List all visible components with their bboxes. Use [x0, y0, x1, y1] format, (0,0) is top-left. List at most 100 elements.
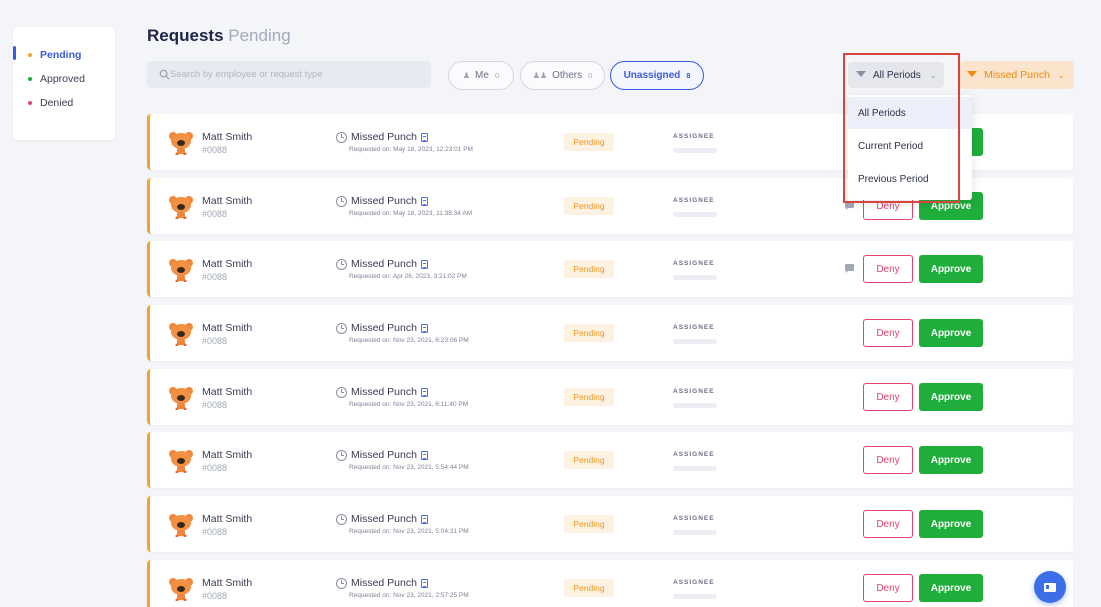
- request-type: Missed Punch: [336, 386, 428, 398]
- requested-on: Requested on: May 18, 2023, 11:38:34 AM: [349, 210, 473, 217]
- employee-name[interactable]: Matt Smith: [202, 195, 252, 207]
- employee-name[interactable]: Matt Smith: [202, 131, 252, 143]
- assignee-label: ASSIGNEE: [673, 515, 715, 522]
- deny-button[interactable]: Deny: [863, 574, 913, 602]
- clock-icon: [336, 322, 347, 334]
- dropdown-option-previous-period[interactable]: Previous Period: [848, 163, 972, 195]
- filter-me-label: Me: [475, 70, 489, 81]
- request-row: Matt Smith #0088 Missed Punch Requested …: [147, 496, 1073, 552]
- employee-name[interactable]: Matt Smith: [202, 513, 252, 525]
- chat-fab-button[interactable]: [1034, 571, 1066, 603]
- status-sidebar: Pending Approved Denied: [13, 27, 115, 140]
- employee-name[interactable]: Matt Smith: [202, 577, 252, 589]
- dropdown-option-current-period[interactable]: Current Period: [848, 130, 972, 162]
- employee-name[interactable]: Matt Smith: [202, 386, 252, 398]
- status-dot-icon: [28, 77, 32, 81]
- assignee-placeholder: [673, 212, 717, 217]
- assignee-label: ASSIGNEE: [673, 197, 715, 204]
- search-box[interactable]: [147, 61, 431, 88]
- assignee-placeholder: [673, 275, 717, 280]
- filter-me-count: 0: [494, 71, 500, 80]
- active-indicator: [13, 46, 16, 60]
- approve-button[interactable]: Approve: [919, 319, 983, 347]
- filter-me-pill[interactable]: ♟ Me 0: [448, 61, 514, 90]
- sidebar-item-approved[interactable]: Approved: [13, 67, 115, 91]
- period-filter-button[interactable]: All Periods ⌄: [848, 62, 944, 88]
- clock-icon: [336, 131, 347, 143]
- status-badge: Pending: [564, 197, 614, 215]
- page-title-main: Requests: [147, 26, 224, 45]
- request-type: Missed Punch: [336, 195, 428, 207]
- comment-icon[interactable]: [845, 264, 854, 273]
- person-icon: ♟: [462, 71, 471, 80]
- filter-funnel-icon: [967, 71, 977, 77]
- document-icon[interactable]: [420, 259, 428, 269]
- avatar: [169, 387, 193, 410]
- deny-button[interactable]: Deny: [863, 319, 913, 347]
- requested-on: Requested on: May 18, 2023, 12:23:01 PM: [349, 146, 473, 153]
- request-type: Missed Punch: [336, 322, 428, 334]
- filter-others-pill[interactable]: ♟♟ Others 0: [520, 61, 605, 90]
- type-filter-button[interactable]: Missed Punch ⌄: [960, 61, 1074, 89]
- search-input[interactable]: [170, 69, 410, 80]
- status-badge: Pending: [564, 324, 614, 342]
- filter-unassigned-count: 8: [686, 71, 691, 80]
- approve-button[interactable]: Approve: [919, 510, 983, 538]
- sidebar-item-denied[interactable]: Denied: [13, 91, 115, 115]
- approve-button[interactable]: Approve: [919, 255, 983, 283]
- deny-button[interactable]: Deny: [863, 446, 913, 474]
- request-type-label: Missed Punch: [351, 577, 417, 589]
- request-type-label: Missed Punch: [351, 322, 417, 334]
- approve-button[interactable]: Approve: [919, 383, 983, 411]
- employee-id: #0088: [202, 400, 228, 410]
- sidebar-item-pending[interactable]: Pending: [13, 43, 115, 67]
- page-title: Requests Pending: [147, 26, 291, 46]
- clock-icon: [336, 195, 347, 207]
- deny-button[interactable]: Deny: [863, 255, 913, 283]
- chevron-down-icon: ⌄: [1057, 70, 1065, 80]
- requested-on: Requested on: Nov 23, 2021, 6:11:40 PM: [349, 401, 469, 408]
- request-row: Matt Smith #0088 Missed Punch Requested …: [147, 560, 1073, 607]
- document-icon[interactable]: [420, 196, 428, 206]
- clock-icon: [336, 258, 347, 270]
- request-type: Missed Punch: [336, 513, 428, 525]
- document-icon[interactable]: [420, 514, 428, 524]
- sidebar-item-label: Approved: [40, 73, 85, 85]
- request-type: Missed Punch: [336, 131, 428, 143]
- assignee-placeholder: [673, 148, 717, 153]
- assignee-label: ASSIGNEE: [673, 388, 715, 395]
- dropdown-option-all-periods[interactable]: All Periods: [848, 97, 972, 129]
- period-dropdown-menu: All Periods Current Period Previous Peri…: [848, 95, 972, 200]
- document-icon[interactable]: [420, 323, 428, 333]
- sidebar-item-label: Pending: [40, 49, 82, 61]
- requested-on: Requested on: Nov 23, 2021, 6:23:06 PM: [349, 337, 469, 344]
- assignee-label: ASSIGNEE: [673, 451, 715, 458]
- employee-name[interactable]: Matt Smith: [202, 322, 252, 334]
- assignee-label: ASSIGNEE: [673, 324, 715, 331]
- filter-funnel-icon: [856, 71, 866, 77]
- document-icon[interactable]: [420, 132, 428, 142]
- employee-id: #0088: [202, 591, 228, 601]
- employee-name[interactable]: Matt Smith: [202, 258, 252, 270]
- message-icon: [1044, 582, 1056, 592]
- assignee-placeholder: [673, 594, 717, 599]
- employee-name[interactable]: Matt Smith: [202, 449, 252, 461]
- deny-button[interactable]: Deny: [863, 383, 913, 411]
- request-row: Matt Smith #0088 Missed Punch Requested …: [147, 432, 1073, 488]
- filter-unassigned-pill[interactable]: Unassigned 8: [610, 61, 704, 90]
- request-type: Missed Punch: [336, 258, 428, 270]
- request-type-label: Missed Punch: [351, 195, 417, 207]
- approve-button[interactable]: Approve: [919, 574, 983, 602]
- document-icon[interactable]: [420, 387, 428, 397]
- avatar: [169, 450, 193, 473]
- comment-icon[interactable]: [845, 201, 854, 210]
- filter-others-count: 0: [588, 71, 593, 80]
- assignee-placeholder: [673, 530, 717, 535]
- document-icon[interactable]: [420, 578, 428, 588]
- document-icon[interactable]: [420, 450, 428, 460]
- period-filter-label: All Periods: [873, 69, 921, 81]
- sidebar-item-label: Denied: [40, 97, 74, 109]
- deny-button[interactable]: Deny: [863, 510, 913, 538]
- status-badge: Pending: [564, 579, 614, 597]
- approve-button[interactable]: Approve: [919, 446, 983, 474]
